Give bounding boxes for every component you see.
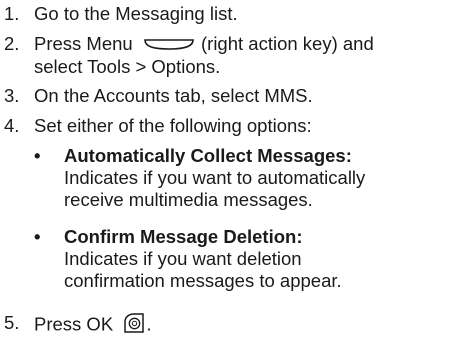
- option-description: Indicates if you want to automatically: [64, 167, 366, 188]
- option-title: Confirm Message Deletion:: [64, 226, 303, 247]
- instruction-list: 1. Go to the Messaging list. 2. Press Me…: [0, 0, 452, 344]
- step-text-block: Press Menu (right action key) and select…: [34, 33, 450, 78]
- step-text: select Tools > Options.: [34, 56, 221, 78]
- right-action-key-icon: [142, 34, 196, 56]
- step-number: 1.: [4, 3, 20, 24]
- step-text: On the Accounts tab, select MMS.: [34, 85, 313, 106]
- option-description: confirmation messages to appear.: [64, 270, 342, 291]
- step-text: Press OK: [34, 313, 114, 335]
- bullet: •: [34, 145, 41, 166]
- step-text: Go to the Messaging list.: [34, 3, 238, 24]
- step-line-2: select Tools > Options.: [34, 56, 450, 78]
- step-number: 3.: [4, 85, 20, 106]
- step-text: (right action key) and: [201, 33, 374, 54]
- step-line-1: Press Menu (right action key) and: [34, 33, 450, 56]
- step-number: 4.: [4, 115, 20, 136]
- ok-key-icon: [122, 312, 146, 339]
- option-description: receive multimedia messages.: [64, 189, 313, 210]
- option-text-block: Automatically Collect Messages: Indicate…: [64, 145, 450, 211]
- step-text-block: Press OK .: [34, 312, 450, 339]
- step-text: Press Menu: [34, 33, 133, 54]
- step-text: .: [146, 313, 152, 335]
- option-title: Automatically Collect Messages:: [64, 145, 352, 166]
- option-text-block: Confirm Message Deletion: Indicates if y…: [64, 226, 450, 292]
- step-number: 5.: [4, 312, 20, 333]
- option-description: Indicates if you want deletion: [64, 248, 302, 269]
- step-text: Set either of the following options:: [34, 115, 312, 136]
- step-number: 2.: [4, 33, 20, 54]
- bullet: •: [34, 226, 41, 247]
